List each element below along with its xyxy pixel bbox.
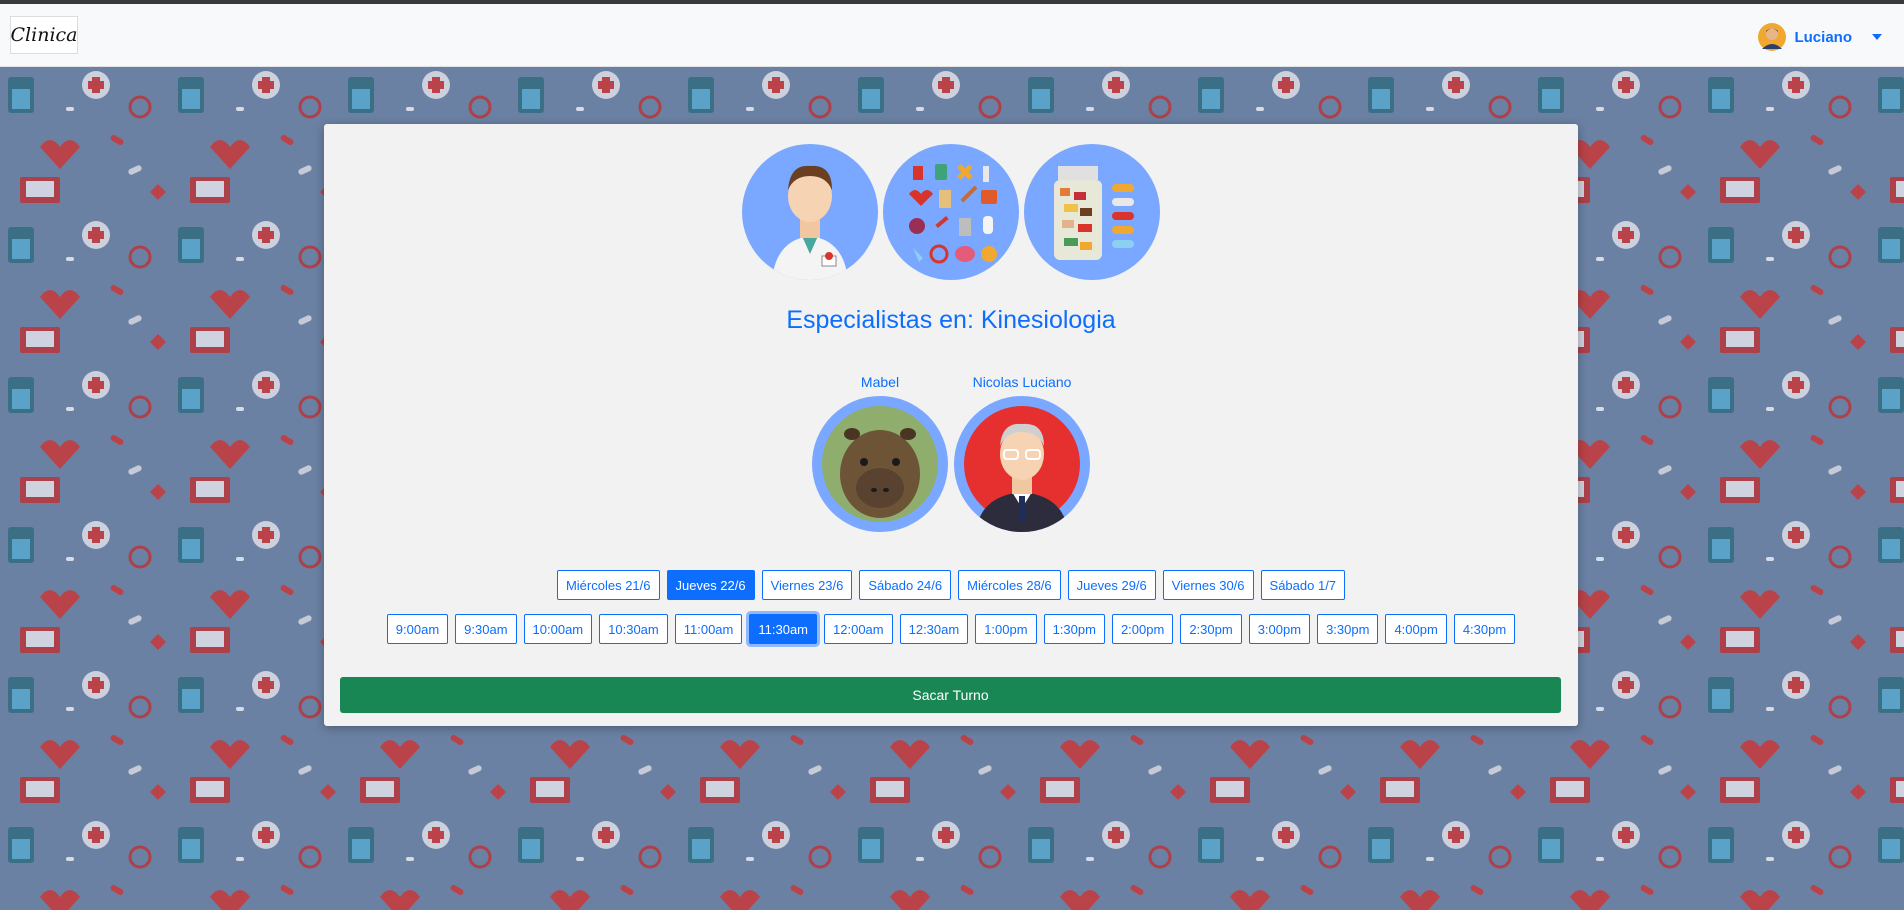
time-button[interactable]: 2:30pm (1180, 614, 1242, 644)
specialist-name: Nicolas Luciano (972, 374, 1072, 390)
time-button[interactable]: 3:30pm (1317, 614, 1379, 644)
time-button[interactable]: 12:30am (899, 614, 969, 644)
appointment-card: Especialistas en: Kinesiologia Mabel Nic… (324, 124, 1578, 726)
specialty-title: Especialistas en: Kinesiologia (786, 306, 1116, 334)
doctor-icon[interactable] (742, 144, 878, 280)
day-button[interactable]: Viernes 23/6 (761, 570, 853, 600)
specialist-list: Mabel Nicolas Luciano (812, 372, 1090, 532)
day-button[interactable]: Miércoles 28/6 (958, 570, 1061, 600)
day-selector: Miércoles 21/6 Jueves 22/6 Viernes 23/6 … (324, 570, 1578, 600)
day-button-selected[interactable]: Jueves 22/6 (666, 570, 755, 600)
specialist-card[interactable]: Mabel (812, 372, 948, 532)
chevron-down-icon (1872, 34, 1882, 40)
navbar: Clinica Luciano (0, 4, 1904, 67)
specialist-card[interactable]: Nicolas Luciano (954, 372, 1090, 532)
time-button[interactable]: 11:00am (674, 614, 743, 644)
time-button[interactable]: 10:00am (523, 614, 593, 644)
time-button[interactable]: 9:00am (386, 614, 449, 644)
day-button[interactable]: Sábado 24/6 (859, 570, 952, 600)
time-button[interactable]: 3:00pm (1248, 614, 1311, 644)
user-menu-toggle[interactable]: Luciano (1758, 22, 1882, 52)
medical-supplies-icon[interactable] (883, 144, 1019, 280)
time-selector: 9:00am 9:30am 10:00am 10:30am 11:00am 11… (324, 614, 1578, 644)
day-button[interactable]: Viernes 30/6 (1162, 570, 1254, 600)
user-name: Luciano (1794, 28, 1852, 46)
time-button[interactable]: 2:00pm (1111, 614, 1174, 644)
man-avatar[interactable] (954, 396, 1090, 532)
time-button[interactable]: 4:00pm (1385, 614, 1447, 644)
brand-logo[interactable]: Clinica (10, 16, 78, 54)
time-button[interactable]: 10:30am (599, 614, 668, 644)
brand-logo-text: Clinica (10, 24, 78, 46)
user-avatar-icon (1758, 23, 1787, 51)
time-button-selected[interactable]: 11:30am (749, 614, 818, 644)
day-button[interactable]: Sábado 1/7 (1260, 570, 1346, 600)
time-button[interactable]: 9:30am (455, 614, 517, 644)
day-button[interactable]: Miércoles 21/6 (556, 570, 660, 600)
capybara-photo[interactable] (812, 396, 948, 532)
time-button[interactable]: 4:30pm (1453, 614, 1516, 644)
pill-bottle-icon[interactable] (1024, 144, 1160, 280)
time-button[interactable]: 12:00am (824, 614, 893, 644)
specialist-name: Mabel (860, 374, 900, 390)
day-button[interactable]: Jueves 29/6 (1067, 570, 1156, 600)
sacar-turno-button[interactable]: Sacar Turno (340, 677, 1561, 713)
time-button[interactable]: 1:30pm (1043, 614, 1105, 644)
time-button[interactable]: 1:00pm (975, 614, 1037, 644)
specialty-icons (742, 144, 1160, 280)
